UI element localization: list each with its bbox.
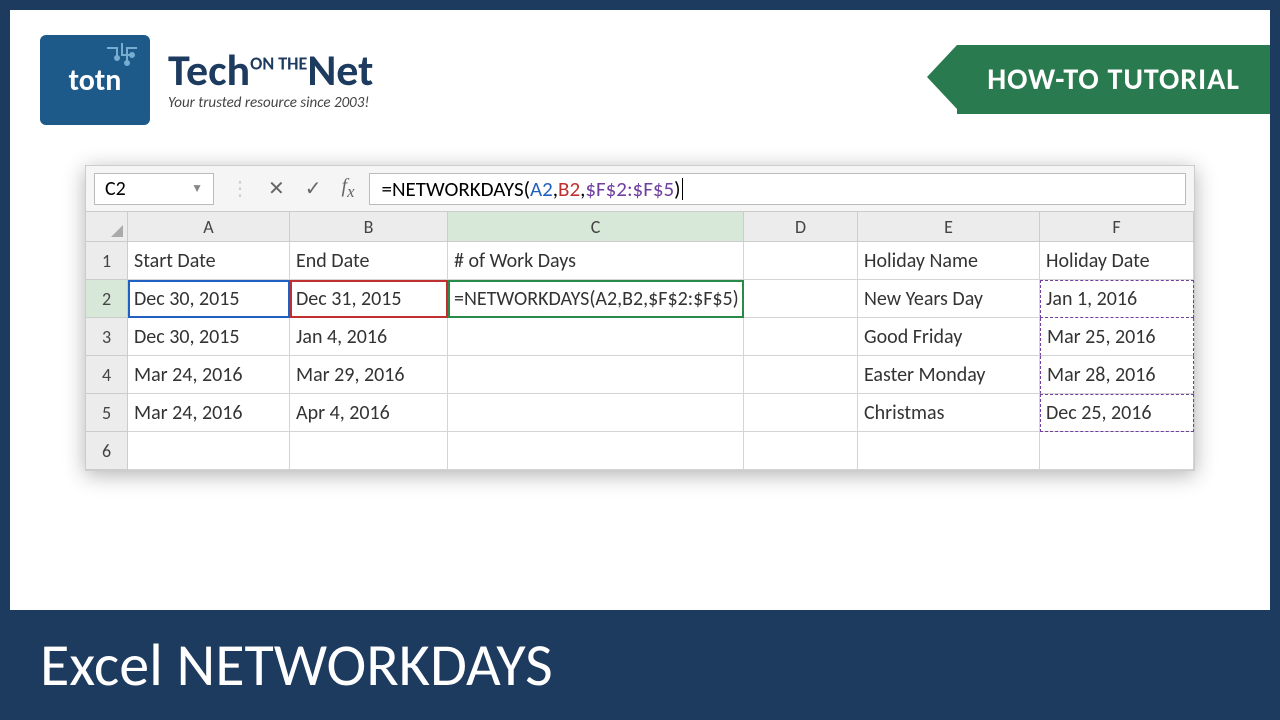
logo-title: TechON THENet: [168, 48, 373, 92]
row-header-6[interactable]: 6: [86, 432, 128, 470]
name-box[interactable]: C2 ▼: [94, 173, 214, 205]
cell-f4[interactable]: Mar 28, 2016: [1040, 356, 1194, 394]
logo-text: TechON THENet Your trusted resource sinc…: [168, 48, 373, 112]
enter-icon[interactable]: ✓: [295, 176, 332, 201]
logo-block: totn TechON THENet Your trusted resource…: [40, 35, 373, 125]
cell-d5[interactable]: [744, 394, 858, 432]
cell-c3[interactable]: [448, 318, 744, 356]
cell-e2[interactable]: New Years Day: [858, 280, 1040, 318]
cancel-icon[interactable]: ✕: [258, 176, 295, 201]
col-header-f[interactable]: F: [1040, 212, 1194, 242]
cell-c2[interactable]: =NETWORKDAYS(A2,B2,$F$2:$F$5): [448, 280, 744, 318]
cell-e4[interactable]: Easter Monday: [858, 356, 1040, 394]
cell-e6[interactable]: [858, 432, 1040, 470]
logo-post: Net: [307, 43, 373, 97]
formula-input[interactable]: =NETWORKDAYS(A2,B2,$F$2:$F$5): [369, 173, 1187, 205]
cell-b5[interactable]: Apr 4, 2016: [290, 394, 448, 432]
formula-arg2: B2: [558, 176, 580, 202]
spreadsheet-grid[interactable]: A B C D E F 1 Start Date End Date # of W…: [86, 212, 1194, 470]
col-header-c[interactable]: C: [448, 212, 744, 242]
row-header-5[interactable]: 5: [86, 394, 128, 432]
ribbon-banner: HOW-TO TUTORIAL: [957, 45, 1270, 114]
cell-f3[interactable]: Mar 25, 2016: [1040, 318, 1194, 356]
logo-icon: totn: [40, 35, 150, 125]
cell-a6[interactable]: [128, 432, 290, 470]
cell-b4[interactable]: Mar 29, 2016: [290, 356, 448, 394]
cell-a4[interactable]: Mar 24, 2016: [128, 356, 290, 394]
col-header-e[interactable]: E: [858, 212, 1040, 242]
logo-small: ON THE: [250, 52, 307, 74]
logo-tagline: Your trusted resource since 2003!: [168, 94, 373, 112]
cell-f2[interactable]: Jan 1, 2016: [1040, 280, 1194, 318]
cell-d2[interactable]: [744, 280, 858, 318]
cell-c1[interactable]: # of Work Days: [448, 242, 744, 280]
row-header-2[interactable]: 2: [86, 280, 128, 318]
col-header-a[interactable]: A: [128, 212, 290, 242]
cell-c6[interactable]: [448, 432, 744, 470]
cell-e5[interactable]: Christmas: [858, 394, 1040, 432]
footer-title: Excel NETWORKDAYS: [0, 610, 1280, 720]
cell-a1[interactable]: Start Date: [128, 242, 290, 280]
cell-f1[interactable]: Holiday Date: [1040, 242, 1194, 280]
cell-a3[interactable]: Dec 30, 2015: [128, 318, 290, 356]
cursor: [682, 178, 683, 200]
formula-fn: =NETWORKDAYS(: [382, 176, 530, 202]
formula-arg3: $F$2:$F$5: [585, 176, 674, 202]
cell-d3[interactable]: [744, 318, 858, 356]
cell-d4[interactable]: [744, 356, 858, 394]
cell-c5[interactable]: [448, 394, 744, 432]
cell-b3[interactable]: Jan 4, 2016: [290, 318, 448, 356]
cell-reference: C2: [105, 177, 126, 201]
cell-d6[interactable]: [744, 432, 858, 470]
row-header-4[interactable]: 4: [86, 356, 128, 394]
cell-b2[interactable]: Dec 31, 2015: [290, 280, 448, 318]
formula-arg1: A2: [530, 176, 553, 202]
fx-icon[interactable]: fx: [332, 175, 365, 202]
row-header-1[interactable]: 1: [86, 242, 128, 280]
formula-suffix: ): [674, 176, 680, 202]
col-header-d[interactable]: D: [744, 212, 858, 242]
col-header-b[interactable]: B: [290, 212, 448, 242]
separator: ⋮: [222, 176, 258, 201]
cell-d1[interactable]: [744, 242, 858, 280]
cell-b6[interactable]: [290, 432, 448, 470]
cell-e1[interactable]: Holiday Name: [858, 242, 1040, 280]
select-all-corner[interactable]: [86, 212, 128, 242]
circuit-icon: [102, 43, 142, 83]
formula-bar: C2 ▼ ⋮ ✕ ✓ fx =NETWORKDAYS(A2,B2,$F$2:$F…: [86, 166, 1194, 212]
cell-c4[interactable]: [448, 356, 744, 394]
row-header-3[interactable]: 3: [86, 318, 128, 356]
cell-f6[interactable]: [1040, 432, 1194, 470]
logo-pre: Tech: [168, 43, 250, 97]
header: totn TechON THENet Your trusted resource…: [10, 10, 1270, 125]
cell-e3[interactable]: Good Friday: [858, 318, 1040, 356]
cell-a5[interactable]: Mar 24, 2016: [128, 394, 290, 432]
cell-b1[interactable]: End Date: [290, 242, 448, 280]
dropdown-icon[interactable]: ▼: [191, 181, 203, 196]
cell-f5[interactable]: Dec 25, 2016: [1040, 394, 1194, 432]
cell-a2[interactable]: Dec 30, 2015: [128, 280, 290, 318]
excel-window: C2 ▼ ⋮ ✕ ✓ fx =NETWORKDAYS(A2,B2,$F$2:$F…: [85, 165, 1195, 471]
